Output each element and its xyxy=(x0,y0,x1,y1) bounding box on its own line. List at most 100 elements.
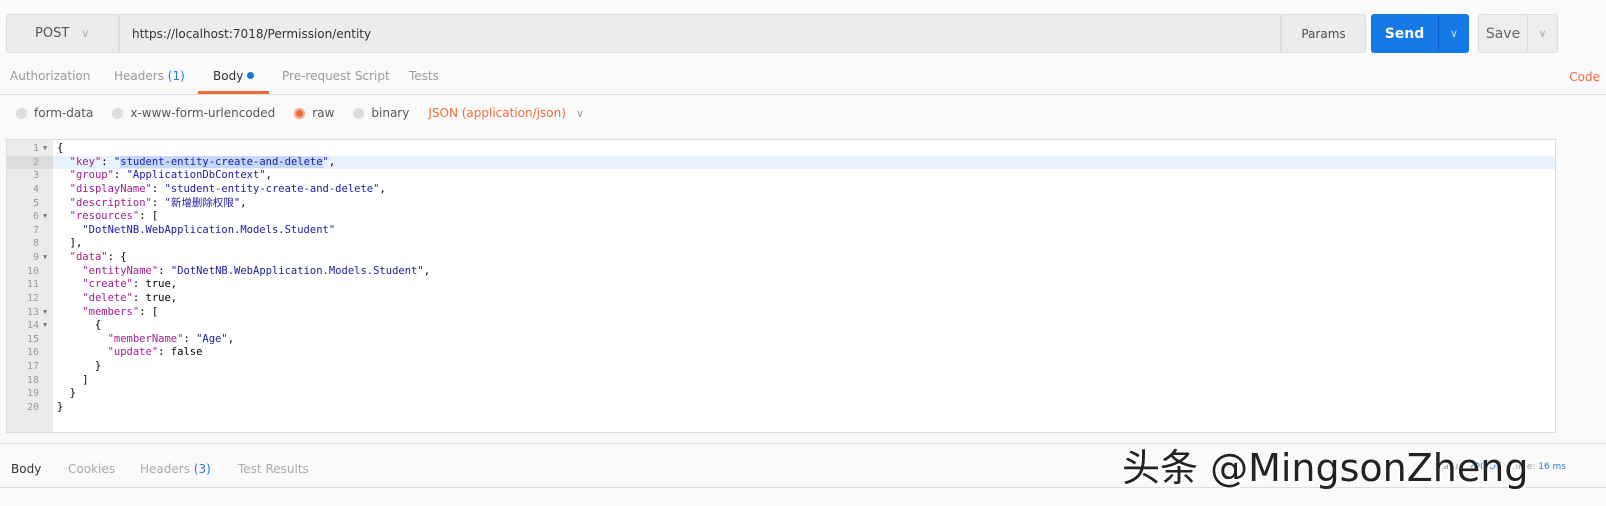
method-select[interactable]: POST ∨ xyxy=(6,14,119,53)
json-punct: } xyxy=(57,387,76,400)
code-line: 4 "displayName": "student-entity-create-… xyxy=(7,183,1555,197)
code-text: "description": "新增删除权限", xyxy=(57,196,247,211)
json-key: "displayName" xyxy=(69,182,152,195)
line-number: 2 xyxy=(7,155,53,170)
radio-icon xyxy=(16,107,27,119)
code-line: 11 "create": true, xyxy=(7,278,1555,292)
line-number: 4 xyxy=(32,183,39,195)
response-tab-headers[interactable]: Headers (3) xyxy=(140,462,211,476)
send-button[interactable]: Send xyxy=(1371,14,1438,53)
json-punct: : xyxy=(158,264,171,277)
fold-arrow-icon[interactable]: ▼ xyxy=(43,210,47,224)
send-dropdown-chevron-icon[interactable]: ∨ xyxy=(1438,14,1469,53)
json-punct: ] xyxy=(57,373,89,386)
fold-arrow-icon[interactable]: ▼ xyxy=(43,251,47,265)
json-punct: : xyxy=(101,155,114,168)
json-punct xyxy=(57,278,82,290)
code-line: 17 } xyxy=(7,360,1555,374)
line-number: 20 xyxy=(26,401,39,413)
code-line: 16 "update": false xyxy=(7,346,1555,360)
json-string: "DotNetNB.WebApplication.Models.Student" xyxy=(82,223,336,236)
tab-authorization[interactable]: Authorization xyxy=(10,62,90,94)
code-line: 7 "DotNetNB.WebApplication.Models.Studen… xyxy=(7,224,1555,238)
code-line: 12 "delete": true, xyxy=(7,292,1555,306)
json-punct: : xyxy=(113,169,127,182)
radio-label: form-data xyxy=(34,106,94,120)
radio-selected-icon xyxy=(294,107,306,119)
fold-arrow-icon[interactable]: ▼ xyxy=(43,142,47,156)
json-punct: : true, xyxy=(132,291,178,304)
json-key: "delete" xyxy=(82,291,133,304)
save-dropdown-chevron-icon[interactable]: ∨ xyxy=(1527,15,1557,52)
code-text: "data": { xyxy=(57,251,127,265)
json-punct: { xyxy=(57,319,102,332)
json-punct xyxy=(57,210,70,222)
json-punct xyxy=(57,169,70,181)
line-number: 12 xyxy=(26,292,39,304)
fold-arrow-icon[interactable]: ▼ xyxy=(43,319,47,333)
watermark: 头条 @MingsonZheng xyxy=(1122,446,1529,490)
fold-arrow-icon[interactable]: ▼ xyxy=(43,306,47,320)
request-tabs: Authorization Headers (1) Body Pre-reque… xyxy=(0,62,1606,95)
params-button[interactable]: Params xyxy=(1281,14,1366,53)
tab-headers[interactable]: Headers (1) xyxy=(114,62,185,94)
json-punct xyxy=(57,306,82,318)
code-text: "update": false xyxy=(57,346,203,360)
json-punct: : { xyxy=(107,251,127,263)
tab-pre-request-script[interactable]: Pre-request Script xyxy=(282,62,390,94)
response-tab-cookies[interactable]: Cookies xyxy=(68,462,115,476)
headers-count: (1) xyxy=(167,69,185,83)
radio-x-www-form-urlencoded[interactable]: x-www-form-urlencoded xyxy=(112,106,275,120)
code-text: "displayName": "student-entity-create-an… xyxy=(57,183,386,197)
code-text: "group": "ApplicationDbContext", xyxy=(57,169,272,183)
tab-label: Pre-request Script xyxy=(282,69,390,83)
code-text: } xyxy=(57,401,63,415)
code-line: 20} xyxy=(7,401,1555,415)
tab-tests[interactable]: Tests xyxy=(409,62,439,94)
code-editor[interactable]: 1 ▼{2 "key": "student-entity-create-and-d… xyxy=(6,139,1556,433)
send-button-group: Send ∨ xyxy=(1371,14,1469,53)
json-punct: , xyxy=(423,264,431,277)
json-key: "group" xyxy=(69,169,114,182)
content-type-select[interactable]: JSON (application/json) ∨ xyxy=(428,106,584,120)
json-key: "memberName" xyxy=(107,332,184,345)
line-number: 15 xyxy=(26,333,39,345)
code-line: 6 ▼ "resources": [ xyxy=(7,210,1555,224)
json-punct xyxy=(57,183,70,195)
json-punct xyxy=(57,224,82,236)
code-line: 10 "entityName": "DotNetNB.WebApplicatio… xyxy=(7,265,1555,279)
json-punct: ], xyxy=(57,237,83,250)
code-text: } xyxy=(57,387,76,401)
url-input[interactable]: https://localhost:7018/Permission/entity xyxy=(119,14,1281,53)
json-key: "entityName" xyxy=(82,264,159,277)
code-line: 15 "memberName": "Age", xyxy=(7,333,1555,347)
json-key: "update" xyxy=(107,346,159,359)
response-tab-test-results[interactable]: Test Results xyxy=(238,462,309,476)
radio-binary[interactable]: binary xyxy=(353,106,409,120)
json-key: "data" xyxy=(69,251,108,263)
json-punct: , xyxy=(379,182,386,195)
body-mode-radios: form-data x-www-form-urlencoded raw bina… xyxy=(16,104,584,122)
radio-raw[interactable]: raw xyxy=(294,106,334,120)
json-punct xyxy=(57,251,70,263)
save-button[interactable]: Save xyxy=(1479,15,1527,52)
tab-body[interactable]: Body xyxy=(198,62,270,94)
content-type-label: JSON (application/json) xyxy=(428,106,566,120)
code-text: { xyxy=(57,319,101,333)
json-punct: , xyxy=(240,196,247,209)
code-text: "delete": true, xyxy=(57,292,177,306)
json-punct xyxy=(57,156,70,168)
headers-count: (3) xyxy=(193,462,211,476)
code-link[interactable]: Code xyxy=(1569,70,1600,84)
radio-icon xyxy=(112,107,124,119)
line-number: 19 xyxy=(26,388,39,400)
chevron-down-icon: ∨ xyxy=(81,27,90,40)
code-text: "key": "student-entity-create-and-delete… xyxy=(57,155,335,170)
code-lines: 1 ▼{2 "key": "student-entity-create-and-d… xyxy=(7,142,1555,415)
code-line: 3 "group": "ApplicationDbContext", xyxy=(7,169,1555,183)
line-number: 7 xyxy=(32,224,39,236)
line-number: 16 xyxy=(26,347,39,359)
time-value: 16 ms xyxy=(1538,462,1566,472)
radio-form-data[interactable]: form-data xyxy=(16,106,93,120)
response-tab-body[interactable]: Body xyxy=(11,462,41,476)
